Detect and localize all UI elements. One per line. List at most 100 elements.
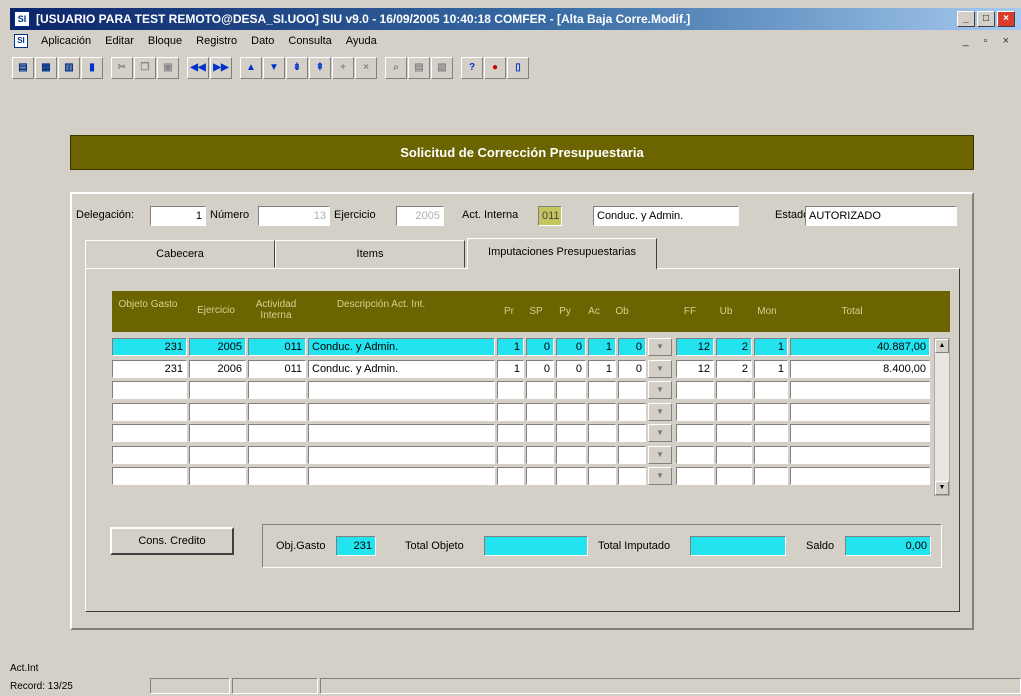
cell-mon[interactable] xyxy=(754,381,788,399)
cell-ob[interactable] xyxy=(618,424,646,442)
print-preview-icon[interactable]: ▥ xyxy=(58,57,80,79)
chevron-down-icon[interactable]: ▼ xyxy=(648,338,672,356)
cell-ff[interactable]: 12 xyxy=(676,338,714,356)
scroll-up-icon[interactable]: ▲ xyxy=(935,339,949,353)
info-icon[interactable]: ▯ xyxy=(507,57,529,79)
cell-descripcion[interactable]: Conduc. y Admin. xyxy=(308,338,495,356)
cell-ejercicio[interactable] xyxy=(189,424,246,442)
cell-ejercicio[interactable] xyxy=(189,402,246,421)
cell-pr[interactable] xyxy=(497,424,524,442)
execute-query-icon[interactable]: ▤ xyxy=(408,57,430,79)
cell-ub[interactable] xyxy=(716,424,752,442)
cell-ac[interactable] xyxy=(588,445,616,464)
chevron-down-icon[interactable]: ▼ xyxy=(648,467,672,485)
menu-registro[interactable]: Registro xyxy=(189,35,244,47)
cell-sp[interactable] xyxy=(526,402,554,421)
cell-actividad[interactable] xyxy=(248,424,306,442)
total-objeto-field[interactable] xyxy=(484,536,588,556)
cell-ob[interactable] xyxy=(618,402,646,421)
cell-sp[interactable] xyxy=(526,424,554,442)
grid-scrollbar[interactable]: ▲ ▼ xyxy=(934,338,950,496)
cell-descripcion[interactable] xyxy=(308,467,495,485)
cell-mon[interactable] xyxy=(754,424,788,442)
next-block-icon[interactable]: ⇞ xyxy=(309,57,331,79)
cell-mon[interactable] xyxy=(754,445,788,464)
print-icon[interactable]: ▦ xyxy=(35,57,57,79)
minimize-icon[interactable]: _ xyxy=(957,11,975,27)
cell-total[interactable] xyxy=(790,467,930,485)
cell-objeto[interactable] xyxy=(112,424,187,442)
save-icon[interactable]: ▤ xyxy=(12,57,34,79)
cell-sp[interactable] xyxy=(526,467,554,485)
delete-record-icon[interactable]: × xyxy=(355,57,377,79)
cell-ub[interactable] xyxy=(716,381,752,399)
prev-block-icon[interactable]: ⇟ xyxy=(286,57,308,79)
prev-record-icon[interactable]: ▲ xyxy=(240,57,262,79)
cell-py[interactable] xyxy=(556,445,586,464)
cell-mon[interactable] xyxy=(754,402,788,421)
cell-py[interactable]: 0 xyxy=(556,338,586,356)
cell-objeto[interactable] xyxy=(112,467,187,485)
next-record-icon[interactable]: ▼ xyxy=(263,57,285,79)
cell-pr[interactable] xyxy=(497,402,524,421)
cancel-query-icon[interactable]: ▧ xyxy=(431,57,453,79)
cell-ff[interactable] xyxy=(676,381,714,399)
close-icon[interactable]: × xyxy=(997,11,1015,27)
cell-ff[interactable] xyxy=(676,402,714,421)
cell-descripcion[interactable] xyxy=(308,424,495,442)
help-icon[interactable]: ? xyxy=(461,57,483,79)
cell-objeto[interactable] xyxy=(112,402,187,421)
tab-imputaciones[interactable]: Imputaciones Presupuestarias xyxy=(467,238,657,269)
cell-actividad[interactable] xyxy=(248,445,306,464)
cell-actividad[interactable]: 011 xyxy=(248,338,306,356)
cell-py[interactable] xyxy=(556,424,586,442)
cell-ub[interactable] xyxy=(716,467,752,485)
cell-ejercicio[interactable] xyxy=(189,381,246,399)
cell-total[interactable] xyxy=(790,381,930,399)
cons-credito-button[interactable]: Cons. Credito xyxy=(110,527,234,555)
last-record-icon[interactable]: ▶▶ xyxy=(210,57,232,79)
cell-objeto[interactable] xyxy=(112,381,187,399)
cell-total[interactable] xyxy=(790,445,930,464)
cell-ejercicio[interactable]: 2006 xyxy=(189,359,246,378)
delegacion-field[interactable]: 1 xyxy=(150,206,206,226)
cell-descripcion[interactable] xyxy=(308,381,495,399)
cell-ff[interactable] xyxy=(676,445,714,464)
cell-ac[interactable] xyxy=(588,402,616,421)
cell-pr[interactable] xyxy=(497,467,524,485)
first-record-icon[interactable]: ◀◀ xyxy=(187,57,209,79)
cell-total[interactable]: 8.400,00 xyxy=(790,359,930,378)
cell-objeto[interactable] xyxy=(112,445,187,464)
cell-total[interactable]: 40.887,00 xyxy=(790,338,930,356)
cell-descripcion[interactable] xyxy=(308,402,495,421)
query-icon[interactable]: ⌕ xyxy=(385,57,407,79)
cell-ub[interactable]: 2 xyxy=(716,359,752,378)
estado-field[interactable]: AUTORIZADO xyxy=(805,206,957,226)
cell-sp[interactable]: 0 xyxy=(526,338,554,356)
cell-total[interactable] xyxy=(790,424,930,442)
tab-cabecera[interactable]: Cabecera xyxy=(85,240,275,268)
cell-ac[interactable] xyxy=(588,381,616,399)
chevron-down-icon[interactable]: ▼ xyxy=(648,445,672,464)
cell-actividad[interactable] xyxy=(248,402,306,421)
menu-editar[interactable]: Editar xyxy=(98,35,141,47)
cell-sp[interactable] xyxy=(526,381,554,399)
cell-ub[interactable] xyxy=(716,445,752,464)
paste-icon[interactable]: ▣ xyxy=(157,57,179,79)
cell-actividad[interactable] xyxy=(248,381,306,399)
cell-ff[interactable]: 12 xyxy=(676,359,714,378)
act-interna-description[interactable]: Conduc. y Admin. xyxy=(593,206,739,226)
cell-actividad[interactable] xyxy=(248,467,306,485)
act-interna-field[interactable]: 011 xyxy=(538,206,562,226)
cell-ob[interactable] xyxy=(618,381,646,399)
cell-descripcion[interactable] xyxy=(308,445,495,464)
cell-ac[interactable]: 1 xyxy=(588,359,616,378)
total-imputado-field[interactable] xyxy=(690,536,786,556)
cell-ob[interactable]: 0 xyxy=(618,338,646,356)
ejercicio-field[interactable]: 2005 xyxy=(396,206,444,226)
cell-sp[interactable]: 0 xyxy=(526,359,554,378)
cell-ob[interactable]: 0 xyxy=(618,359,646,378)
cell-objeto[interactable]: 231 xyxy=(112,338,187,356)
window-title-bar[interactable]: SI [USUARIO PARA TEST REMOTO@DESA_SI.UOO… xyxy=(10,8,1021,30)
cell-mon[interactable]: 1 xyxy=(754,359,788,378)
